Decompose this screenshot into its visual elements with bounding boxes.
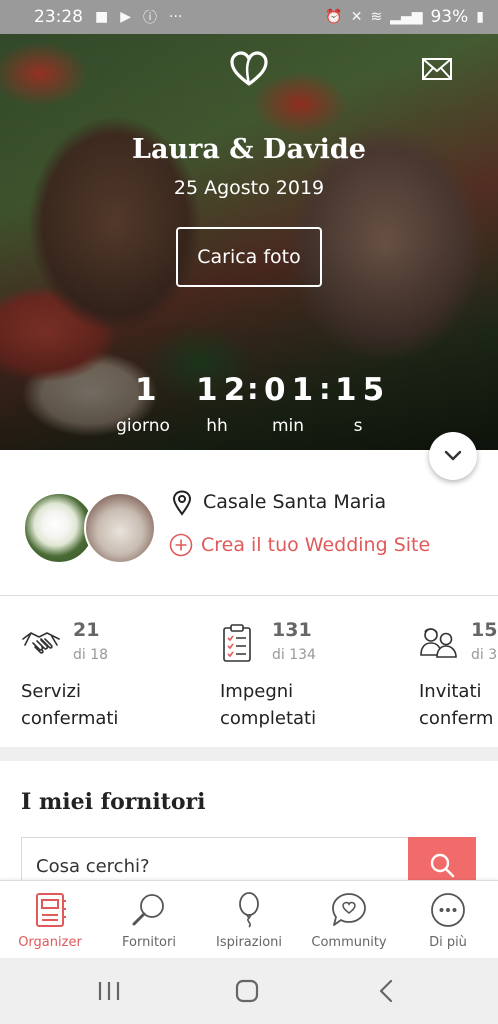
stat-value: 15 [471,619,498,641]
couple-names: Laura & Davide [132,134,366,165]
stats-row: 21 di 18 Servizi confermati 131 di 134 I… [0,597,498,747]
countdown: 1 giorno 12 hh : 01 min : 15 s [0,372,498,442]
status-time: 23:28 [34,7,83,27]
nav-label: Di più [429,935,467,950]
section-divider [0,747,498,761]
nav-ispirazioni[interactable]: Ispirazioni [199,881,299,959]
system-navigation-bar [0,958,498,1024]
hero-cover-photo: Laura & Davide 25 Agosto 2019 Carica fot… [0,34,498,450]
countdown-days: 1 [135,372,163,408]
stat-total: di 134 [272,647,316,663]
countdown-seconds-label: s [353,416,363,436]
countdown-days-label: giorno [116,416,170,436]
countdown-hours-label: hh [206,416,228,436]
avatar-shoes[interactable] [84,492,156,564]
notebook-icon [36,893,66,927]
nav-label: Community [311,935,387,950]
chat-heart-icon [332,893,366,926]
mail-icon[interactable] [421,56,453,82]
guests-icon [420,628,457,658]
stat-label: Servizi [21,681,82,702]
mute-icon: ✕ [350,9,363,25]
stat-total: di 18 [73,647,109,663]
stat-label: Invitati [419,681,482,702]
wifi-icon: ≋ [370,9,383,25]
battery-percent: 93% [430,7,469,27]
magnifier-icon [132,894,164,926]
vendors-title: I miei fornitori [21,789,206,815]
flipboard-icon: ▶ [120,9,132,25]
stat-label: confermati [21,708,119,729]
battery-icon: ▮ [476,9,484,25]
alert-icon: ⓘ [143,10,158,26]
upload-photo-button[interactable]: Carica foto [176,227,322,287]
recent-apps-icon[interactable] [94,976,124,1006]
plus-circle-icon[interactable] [169,533,193,557]
stat-label: Impegni [220,681,294,702]
create-wedding-site-link[interactable]: Crea il tuo Wedding Site [201,534,430,556]
handshake-icon [22,632,60,654]
countdown-minutes-label: min [271,416,305,436]
expand-button[interactable] [429,432,477,480]
checklist-icon [223,624,251,662]
wedding-location[interactable]: Casale Santa Maria [203,491,386,513]
stat-total: di 3 [471,647,498,663]
nav-community[interactable]: Community [299,881,399,959]
stat-value: 131 [272,619,312,641]
nav-label: Ispirazioni [215,935,283,950]
nav-label: Organizer [18,935,82,950]
nav-fornitori[interactable]: Fornitori [99,881,199,959]
heart-logo-icon [230,51,268,86]
countdown-separator: : [319,372,331,406]
stat-value: 21 [73,619,100,641]
countdown-separator: : [247,372,259,406]
stat-label: completati [220,708,317,729]
nav-label: Fornitori [122,935,176,950]
countdown-hours: 12 [196,372,252,408]
location-pin-icon [172,490,192,516]
countdown-seconds: 15 [335,372,391,408]
search-icon [430,853,455,878]
back-icon[interactable] [372,976,402,1006]
nav-organizer[interactable]: Organizer [0,881,100,959]
bottom-navigation: Organizer Fornitori Ispirazioni Communit… [0,880,498,958]
wedding-date: 25 Agosto 2019 [173,177,325,199]
signal-icon: ▂▄▆ [390,9,423,25]
chevron-down-icon [444,450,462,461]
nav-more[interactable]: Di più [398,881,498,959]
profile-section: Casale Santa Maria Crea il tuo Wedding S… [0,450,498,596]
balloon-icon [239,892,259,928]
alarm-icon: ⏰ [325,9,343,25]
status-bar: 23:28 ■ ▶ ⓘ ··· ⏰ ✕ ≋ ▂▄▆ 93% ▮ [0,0,498,34]
more-icon [431,893,465,927]
stat-label: conferm [419,708,494,729]
more-notifications-icon: ··· [169,9,183,25]
home-icon[interactable] [232,976,262,1006]
countdown-minutes: 01 [264,372,320,408]
facebook-icon: ■ [95,9,109,25]
